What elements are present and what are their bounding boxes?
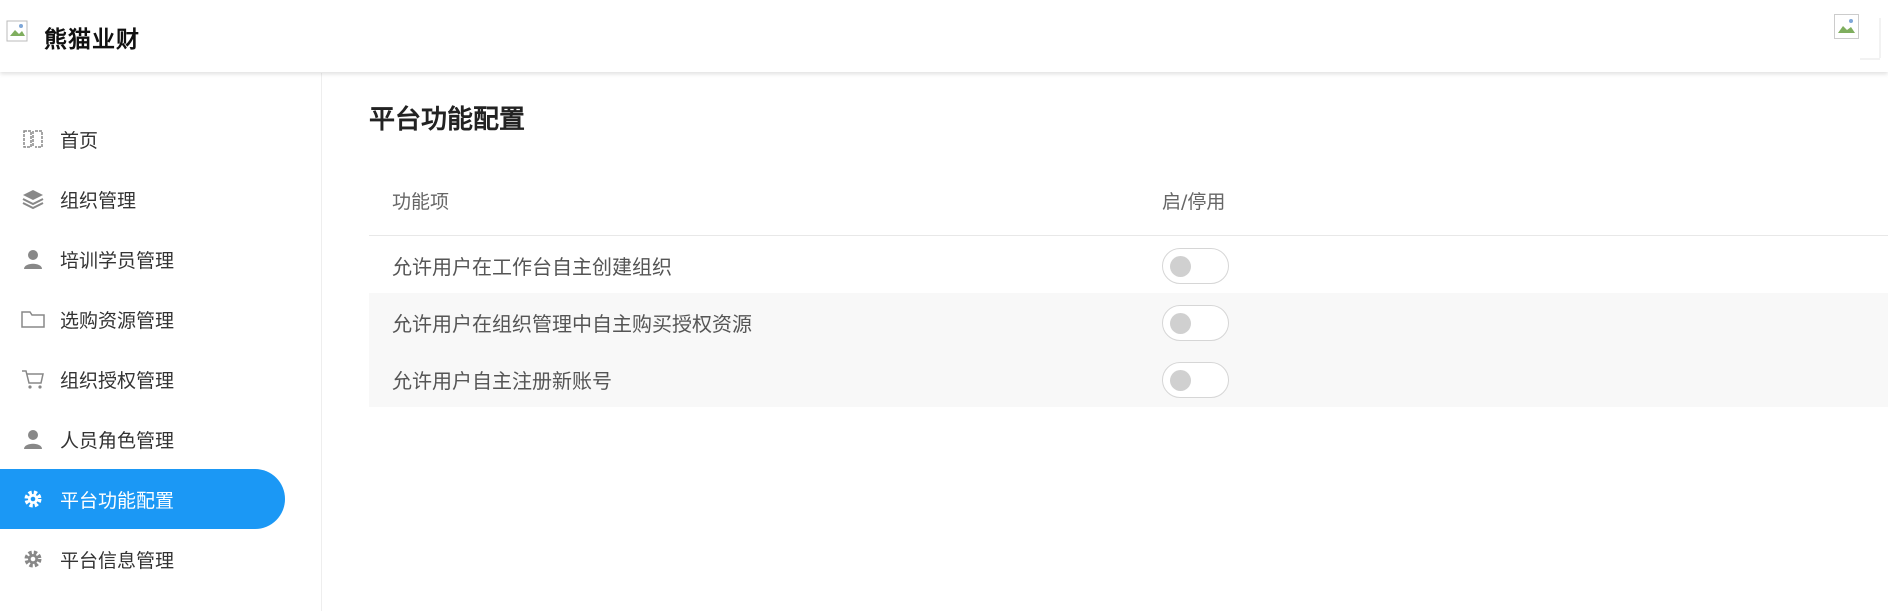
toggle-switch[interactable] xyxy=(1162,362,1229,398)
feature-label: 允许用户自主注册新账号 xyxy=(392,369,612,393)
gear-icon xyxy=(20,486,46,512)
broken-image-icon xyxy=(1834,14,1881,60)
user-icon xyxy=(20,426,46,452)
sidebar-item-label: 平台功能配置 xyxy=(60,489,175,512)
toggle-knob xyxy=(1170,370,1191,391)
column-header-toggle: 启/停用 xyxy=(1162,191,1226,213)
folder-icon xyxy=(20,306,46,332)
sidebar-item-trainees[interactable]: 培训学员管理 xyxy=(0,229,285,289)
config-table: 功能项 启/停用 允许用户在工作台自主创建组织 允许用户在组织管理中自主购买授权… xyxy=(369,167,1888,407)
sidebar-item-label: 平台信息管理 xyxy=(60,549,175,572)
toggle-knob xyxy=(1170,256,1191,277)
table-row: 允许用户在组织管理中自主购买授权资源 xyxy=(369,293,1888,350)
book-icon xyxy=(20,126,46,152)
feature-label: 允许用户在组织管理中自主购买授权资源 xyxy=(392,312,752,336)
top-header: 熊猫业财 xyxy=(0,0,1888,72)
table-row: 允许用户自主注册新账号 xyxy=(369,350,1888,407)
toggle-knob xyxy=(1170,313,1191,334)
cart-icon xyxy=(20,366,46,392)
sidebar-item-resources[interactable]: 选购资源管理 xyxy=(0,289,285,349)
sidebar-item-label: 人员角色管理 xyxy=(60,429,175,452)
sidebar-item-label: 组织授权管理 xyxy=(60,369,175,392)
sidebar-item-label: 选购资源管理 xyxy=(60,309,175,332)
user-avatar[interactable] xyxy=(1834,14,1882,60)
sidebar-item-roles[interactable]: 人员角色管理 xyxy=(0,409,285,469)
table-row: 允许用户在工作台自主创建组织 xyxy=(369,236,1888,293)
sidebar-item-authorization[interactable]: 组织授权管理 xyxy=(0,349,285,409)
main-content: 平台功能配置 功能项 启/停用 允许用户在工作台自主创建组织 允许用户在组织管理… xyxy=(323,73,1888,611)
feature-label: 允许用户在工作台自主创建组织 xyxy=(392,255,672,279)
user-icon xyxy=(20,246,46,272)
toggle-switch[interactable] xyxy=(1162,248,1229,284)
brand-name: 熊猫业财 xyxy=(44,27,140,53)
page-title: 平台功能配置 xyxy=(369,105,526,135)
column-header-feature: 功能项 xyxy=(392,191,450,213)
sidebar-item-platform-info[interactable]: 平台信息管理 xyxy=(0,529,285,589)
gear-icon xyxy=(20,546,46,572)
sidebar: 首页 组织管理 培训学员管理 选购资源管理 组织授权管理 人员角色管理 平台功能… xyxy=(0,73,322,611)
broken-image-icon xyxy=(6,20,28,42)
sidebar-item-org-management[interactable]: 组织管理 xyxy=(0,169,285,229)
sidebar-item-label: 首页 xyxy=(60,129,99,152)
toggle-switch[interactable] xyxy=(1162,305,1229,341)
sidebar-item-platform-config[interactable]: 平台功能配置 xyxy=(0,469,285,529)
sidebar-item-home[interactable]: 首页 xyxy=(0,109,285,169)
table-header: 功能项 启/停用 xyxy=(369,167,1888,236)
sidebar-item-label: 组织管理 xyxy=(60,189,137,212)
layers-icon xyxy=(20,186,46,212)
sidebar-item-label: 培训学员管理 xyxy=(60,249,175,272)
